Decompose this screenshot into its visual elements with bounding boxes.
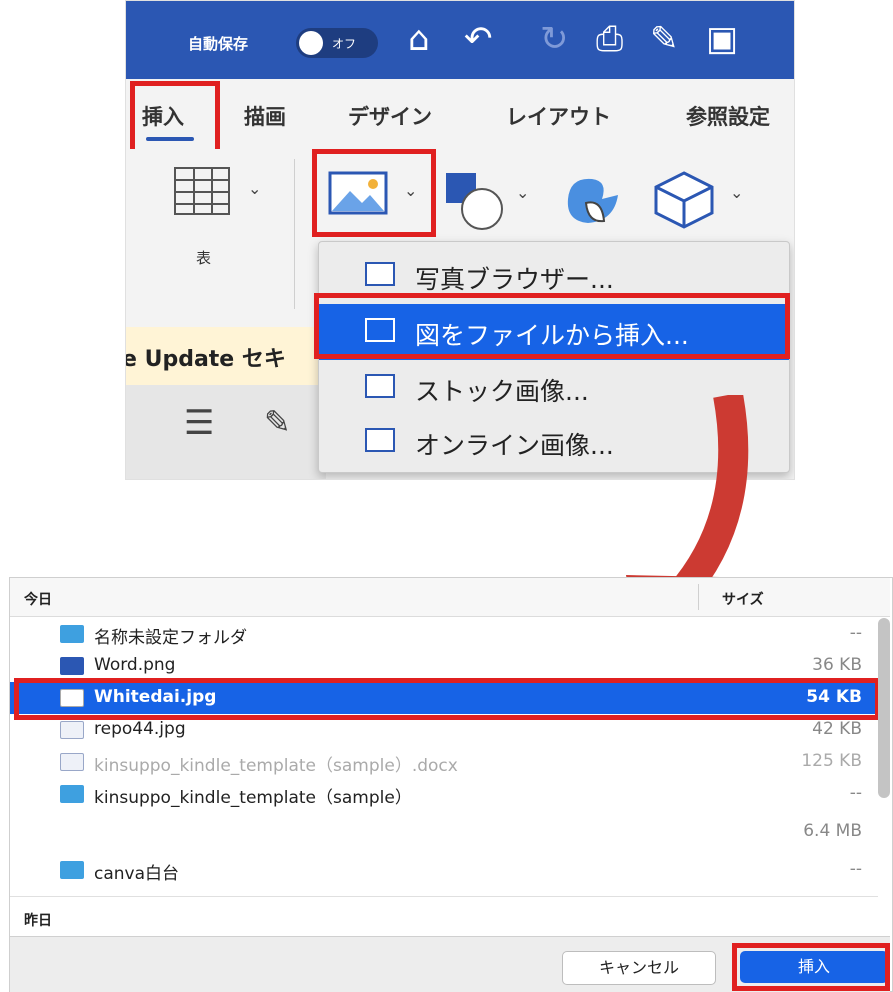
- list-item[interactable]: kinsuppo_kindle_template（sample）.docx 12…: [10, 746, 878, 778]
- tab-design[interactable]: デザイン: [348, 101, 432, 131]
- tab-layout[interactable]: レイアウト: [506, 101, 611, 131]
- cancel-button[interactable]: キャンセル: [562, 951, 716, 985]
- picture-from-file-highlight: [314, 293, 790, 359]
- autosave-toggle[interactable]: オフ: [296, 28, 378, 58]
- autosave-label: 自動保存: [188, 35, 249, 53]
- folder-icon: [60, 625, 84, 643]
- tab-draw[interactable]: 描画: [244, 101, 286, 131]
- shapes-icon[interactable]: [444, 171, 504, 231]
- toggle-knob: [299, 31, 323, 55]
- file-size: --: [849, 623, 862, 643]
- word-doc-icon: [60, 753, 84, 771]
- file-size: 6.4 MB: [803, 821, 862, 841]
- file-size: --: [849, 859, 862, 879]
- file-name: kinsuppo_kindle_template（sample）: [94, 788, 412, 808]
- insert-button-highlight: [732, 943, 890, 991]
- list-item[interactable]: canva白台 --: [10, 854, 878, 886]
- file-name: kinsuppo_kindle_template（sample）.docx: [94, 756, 458, 776]
- section-header-yesterday: 昨日: [24, 913, 52, 929]
- chevron-down-icon[interactable]: ⌄: [730, 183, 743, 202]
- print-icon[interactable]: ⎙: [596, 19, 623, 59]
- stock-images-icon: [365, 374, 395, 398]
- folder-icon: [60, 861, 84, 879]
- ribbon-tabs: 挿入 描画 デザイン レイアウト 参照設定: [126, 79, 794, 149]
- view-toolbar: ☰ ✎: [126, 385, 326, 479]
- list-item[interactable]: repo44.jpg 42 KB: [10, 714, 878, 746]
- file-name: Word.png: [94, 655, 176, 675]
- online-pictures-icon: [365, 428, 395, 452]
- folder-icon: [60, 785, 84, 803]
- autosave-state: オフ: [332, 37, 357, 51]
- file-size: 125 KB: [801, 751, 862, 771]
- photo-browser-icon: [365, 262, 395, 286]
- column-header-size[interactable]: サイズ: [722, 589, 764, 609]
- edit-document-icon[interactable]: ✎: [264, 403, 291, 441]
- file-size: 42 KB: [812, 719, 862, 739]
- file-name: canva白台: [94, 864, 180, 884]
- table-label: 表: [196, 249, 212, 267]
- save-icon[interactable]: ▣: [706, 19, 738, 59]
- list-item[interactable]: 6.4 MB: [10, 816, 878, 848]
- table-icon[interactable]: [174, 167, 230, 215]
- file-name: repo44.jpg: [94, 719, 186, 739]
- picture-button-highlight: [312, 149, 436, 237]
- menu-item-label: 写真ブラウザー...: [415, 265, 614, 294]
- list-item[interactable]: 名称未設定フォルダ --: [10, 618, 878, 650]
- image-file-icon: [60, 721, 84, 739]
- column-divider: [698, 584, 699, 610]
- image-file-icon: [60, 657, 84, 675]
- undo-icon[interactable]: ↶: [464, 19, 493, 59]
- file-name: 名称未設定フォルダ: [94, 628, 247, 648]
- dialog-footer: キャンセル 挿入: [10, 936, 890, 992]
- tab-references[interactable]: 参照設定: [686, 101, 770, 131]
- file-list-header: 今日 サイズ: [10, 578, 890, 617]
- redo-icon[interactable]: ↻: [540, 19, 569, 59]
- file-open-dialog: 今日 サイズ 名称未設定フォルダ -- Word.png 36 KB White…: [9, 577, 893, 992]
- update-bar-text: e Update セキ: [125, 347, 286, 372]
- scrollbar[interactable]: [878, 618, 890, 798]
- section-divider: [10, 896, 878, 897]
- ribbon-divider: [294, 159, 295, 309]
- title-bar: 自動保存 オフ ⌂ ↶ ↻ ⎙ ✎ ▣: [126, 1, 794, 79]
- home-icon[interactable]: ⌂: [408, 19, 430, 59]
- chevron-down-icon[interactable]: ⌄: [516, 183, 529, 202]
- icons-icon[interactable]: [558, 169, 622, 229]
- list-item[interactable]: kinsuppo_kindle_template（sample） --: [10, 778, 878, 810]
- edit-icon[interactable]: ✎: [650, 19, 679, 59]
- chevron-down-icon[interactable]: ⌄: [248, 179, 261, 198]
- 3d-model-icon[interactable]: [652, 169, 716, 229]
- file-size: --: [849, 783, 862, 803]
- insert-tab-highlight: [130, 81, 220, 155]
- file-size: 36 KB: [812, 655, 862, 675]
- update-notification-bar: e Update セキ: [126, 327, 326, 385]
- list-view-icon[interactable]: ☰: [184, 403, 214, 443]
- column-header-today[interactable]: 今日: [24, 589, 52, 609]
